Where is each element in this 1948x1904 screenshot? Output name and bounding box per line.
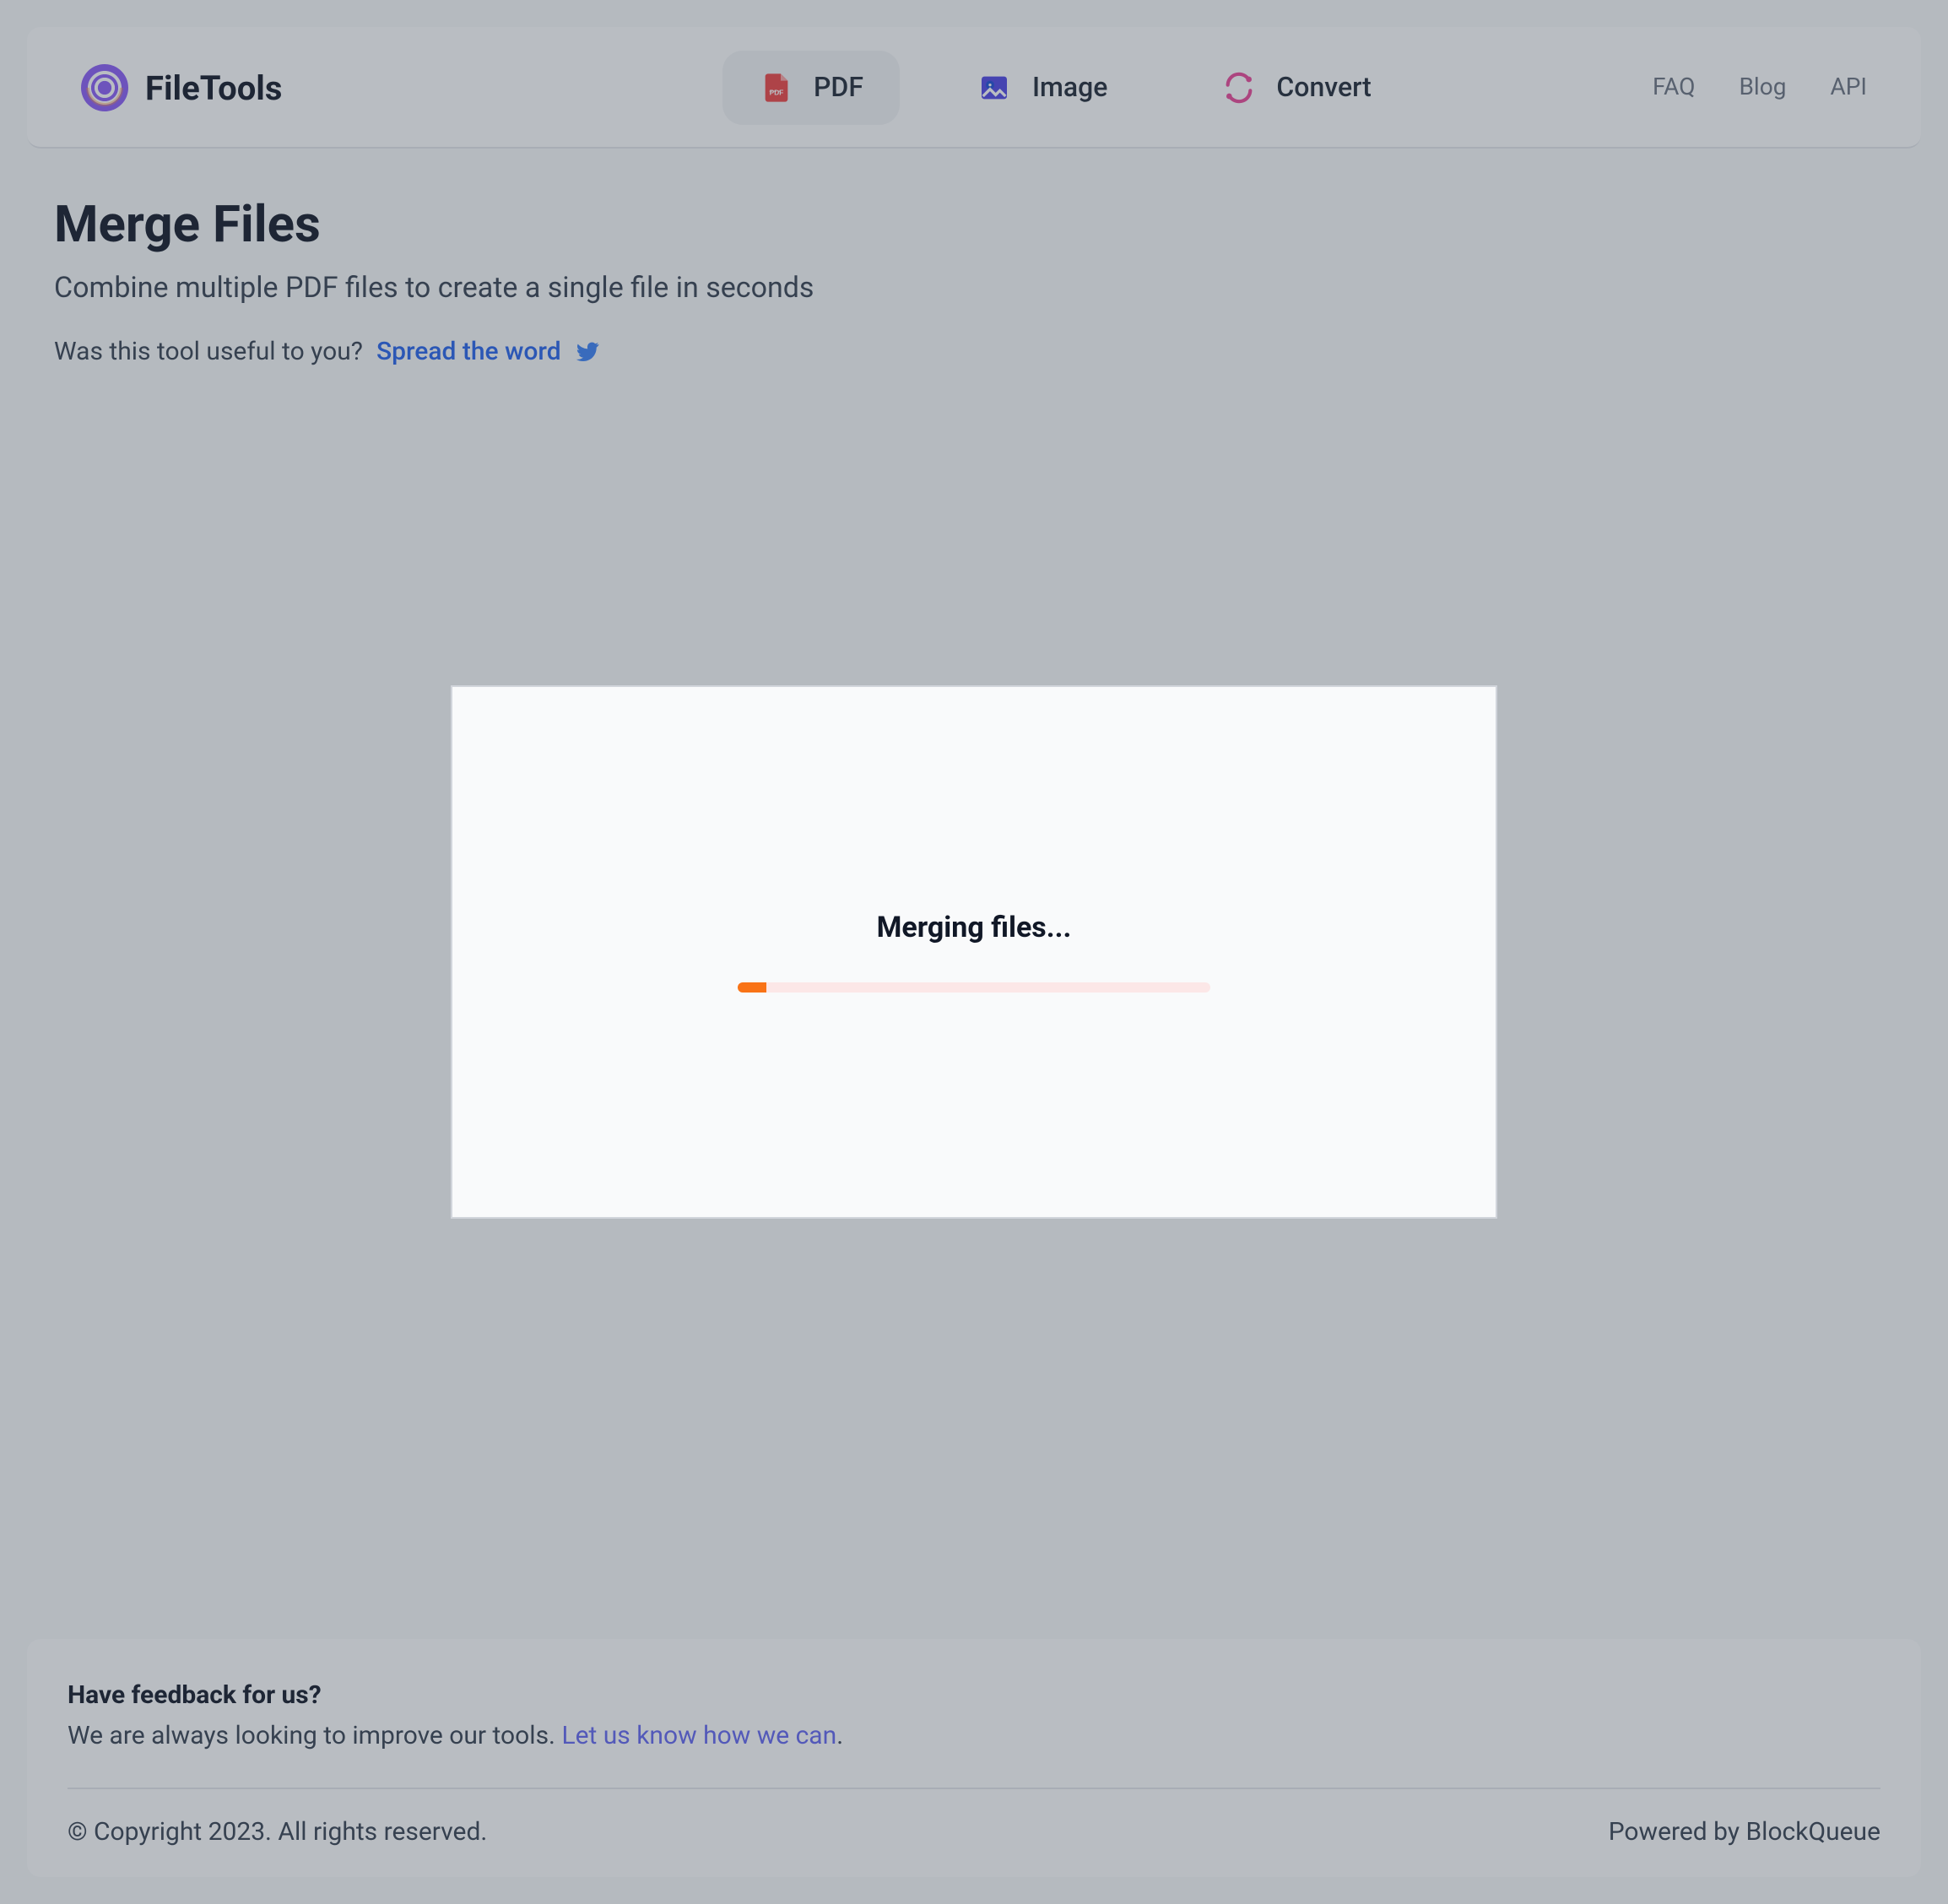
progress-bar <box>738 982 1210 993</box>
progress-fill <box>738 982 766 993</box>
modal-overlay: Merging files... <box>0 0 1948 1904</box>
merge-progress-modal: Merging files... <box>451 685 1497 1219</box>
modal-title: Merging files... <box>877 911 1072 945</box>
app-root: FileTools PDF PDF Image Convert <box>0 0 1948 1904</box>
